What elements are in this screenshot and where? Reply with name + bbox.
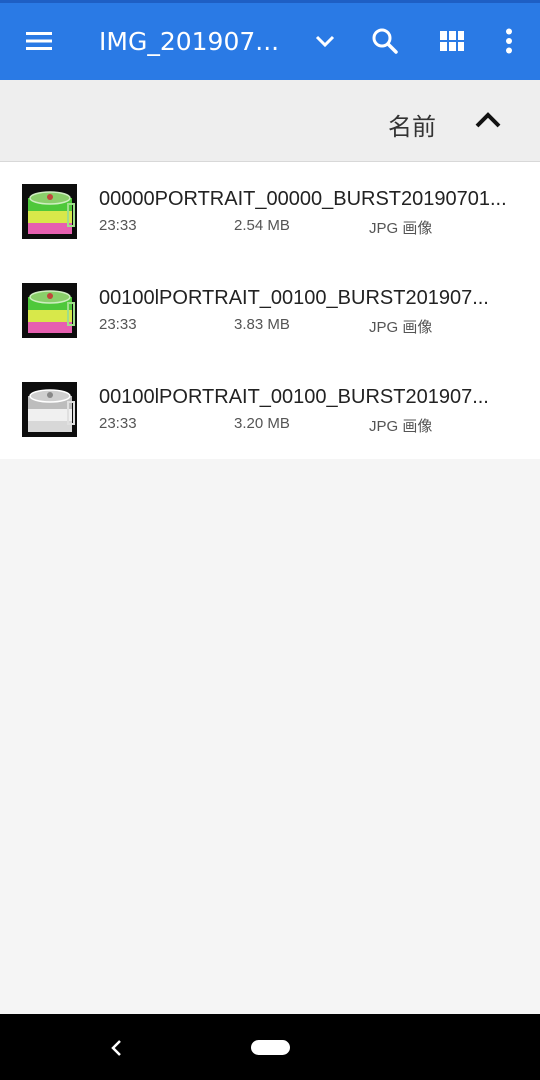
file-row[interactable]: 00100lPORTRAIT_00100_BURST201907... 23:3… — [0, 360, 540, 459]
file-thumbnail — [22, 184, 77, 239]
sort-by-name-label[interactable]: 名前 — [388, 107, 436, 142]
file-type: JPG 画像 — [369, 319, 433, 336]
file-time: 23:33 — [99, 415, 137, 432]
file-name: 00000PORTRAIT_00000_BURST20190701... — [99, 188, 507, 210]
file-row[interactable]: 00000PORTRAIT_00000_BURST20190701... 23:… — [0, 162, 540, 261]
file-time: 23:33 — [99, 316, 137, 333]
file-name: 00100lPORTRAIT_00100_BURST201907... — [99, 287, 489, 309]
grid-view-icon[interactable] — [428, 17, 476, 65]
file-type: JPG 画像 — [369, 220, 433, 237]
app-bar: IMG_201907... — [0, 0, 540, 80]
sort-bar: 名前 — [0, 80, 540, 162]
chevron-up-icon[interactable] — [466, 98, 510, 142]
home-pill-icon[interactable] — [251, 1040, 290, 1055]
folder-title[interactable]: IMG_201907... — [99, 27, 279, 56]
back-chevron-icon[interactable] — [100, 1031, 134, 1065]
file-list: 00000PORTRAIT_00000_BURST20190701... 23:… — [0, 162, 540, 459]
file-thumbnail — [22, 382, 77, 437]
file-size: 2.54 MB — [234, 217, 290, 234]
more-vert-icon[interactable] — [485, 17, 533, 65]
chevron-down-icon[interactable] — [301, 17, 349, 65]
empty-content-area — [0, 459, 540, 1014]
file-name: 00100lPORTRAIT_00100_BURST201907... — [99, 386, 489, 408]
file-row[interactable]: 00100lPORTRAIT_00100_BURST201907... 23:3… — [0, 261, 540, 360]
file-type: JPG 画像 — [369, 418, 433, 435]
system-nav-bar — [0, 1014, 540, 1080]
file-thumbnail — [22, 283, 77, 338]
file-size: 3.20 MB — [234, 415, 290, 432]
search-icon[interactable] — [361, 17, 409, 65]
hamburger-menu-icon[interactable] — [15, 17, 63, 65]
file-size: 3.83 MB — [234, 316, 290, 333]
file-time: 23:33 — [99, 217, 137, 234]
